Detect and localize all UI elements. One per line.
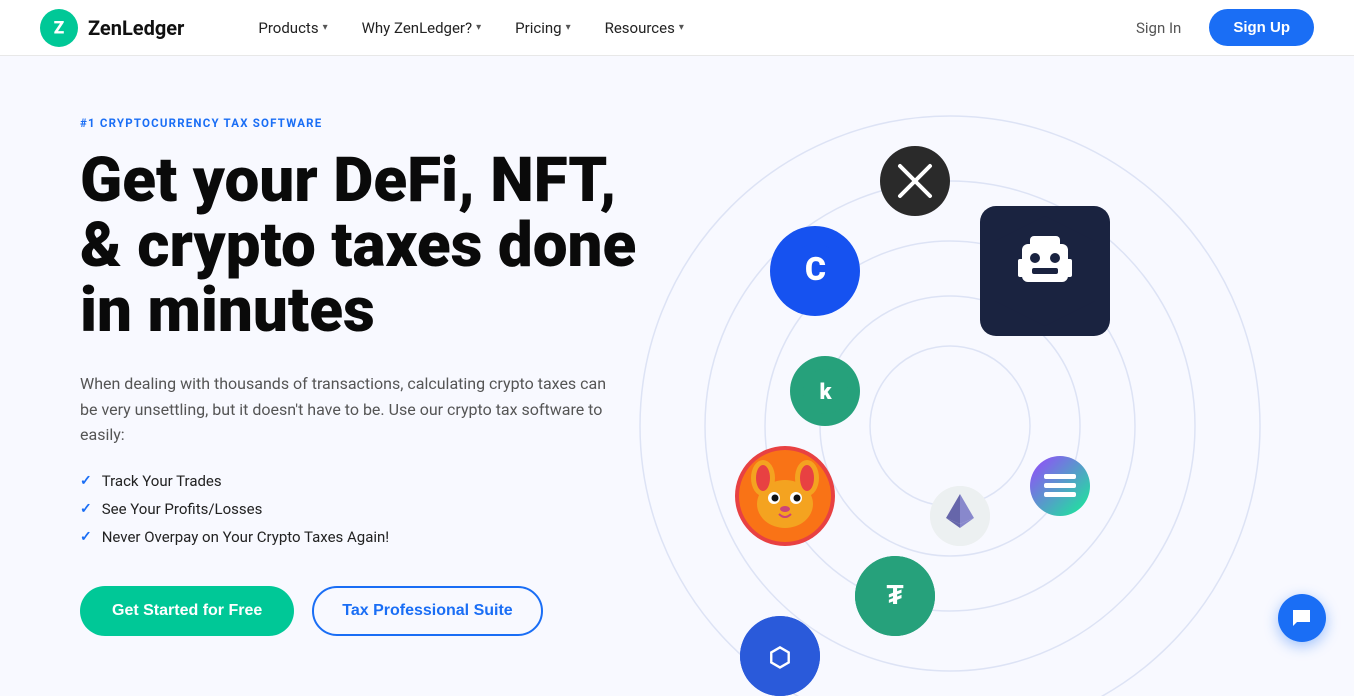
chat-icon [1290, 606, 1314, 630]
hero-title: Get your DeFi, NFT, & crypto taxes done … [80, 148, 660, 343]
solana-icon [1030, 456, 1090, 516]
ethereum-icon [930, 486, 990, 546]
chevron-down-icon: ▾ [476, 22, 481, 33]
checklist-item-3: ✓ Never Overpay on Your Crypto Taxes Aga… [80, 528, 660, 546]
tax-professional-button[interactable]: Tax Professional Suite [312, 586, 542, 636]
shib-icon [735, 446, 835, 546]
nav-auth: Sign In Sign Up [1124, 9, 1314, 46]
svg-text:⬡: ⬡ [769, 643, 792, 673]
signup-button[interactable]: Sign Up [1209, 9, 1314, 46]
logo-link[interactable]: Z ZenLedger [40, 9, 184, 47]
signin-button[interactable]: Sign In [1124, 11, 1193, 45]
checklist-item-2: ✓ See Your Profits/Losses [80, 500, 660, 518]
hero-checklist: ✓ Track Your Trades ✓ See Your Profits/L… [80, 472, 660, 546]
hero-graphic: C k [680, 116, 1294, 676]
checkmark-icon: ✓ [80, 473, 92, 489]
checklist-item-1: ✓ Track Your Trades [80, 472, 660, 490]
svg-text:k: k [819, 380, 832, 405]
kucoin-icon: k [790, 356, 860, 426]
nav-links: Products ▾ Why ZenLedger? ▾ Pricing ▾ Re… [244, 11, 1124, 45]
usdt-icon: ₮ [855, 556, 935, 636]
logo-icon: Z [40, 9, 78, 47]
chevron-down-icon: ▾ [323, 22, 328, 33]
hero-section: #1 CRYPTOCURRENCY TAX SOFTWARE Get your … [0, 56, 1354, 696]
checkmark-icon: ✓ [80, 501, 92, 517]
svg-text:Z: Z [54, 18, 65, 38]
chainlink-icon: ⬡ [740, 616, 820, 696]
chevron-down-icon: ▾ [679, 22, 684, 33]
chevron-down-icon: ▾ [566, 22, 571, 33]
hero-buttons: Get Started for Free Tax Professional Su… [80, 586, 660, 636]
nav-products[interactable]: Products ▾ [244, 11, 341, 45]
svg-text:C: C [805, 250, 826, 288]
hero-badge: #1 CRYPTOCURRENCY TAX SOFTWARE [80, 116, 660, 130]
metamask-icon [980, 206, 1110, 336]
nav-resources[interactable]: Resources ▾ [591, 11, 698, 45]
hero-subtitle: When dealing with thousands of transacti… [80, 371, 620, 448]
hero-content: #1 CRYPTOCURRENCY TAX SOFTWARE Get your … [80, 116, 660, 636]
nav-pricing[interactable]: Pricing ▾ [501, 11, 584, 45]
checkmark-icon: ✓ [80, 529, 92, 545]
nav-why[interactable]: Why ZenLedger? ▾ [348, 11, 496, 45]
chat-button[interactable] [1278, 594, 1326, 642]
logo-text: ZenLedger [88, 16, 184, 40]
xrp-icon [880, 146, 950, 216]
spiral-background [600, 76, 1300, 696]
get-started-button[interactable]: Get Started for Free [80, 586, 294, 636]
svg-text:₮: ₮ [886, 578, 903, 611]
coinbase-icon: C [770, 226, 860, 316]
navbar: Z ZenLedger Products ▾ Why ZenLedger? ▾ … [0, 0, 1354, 56]
